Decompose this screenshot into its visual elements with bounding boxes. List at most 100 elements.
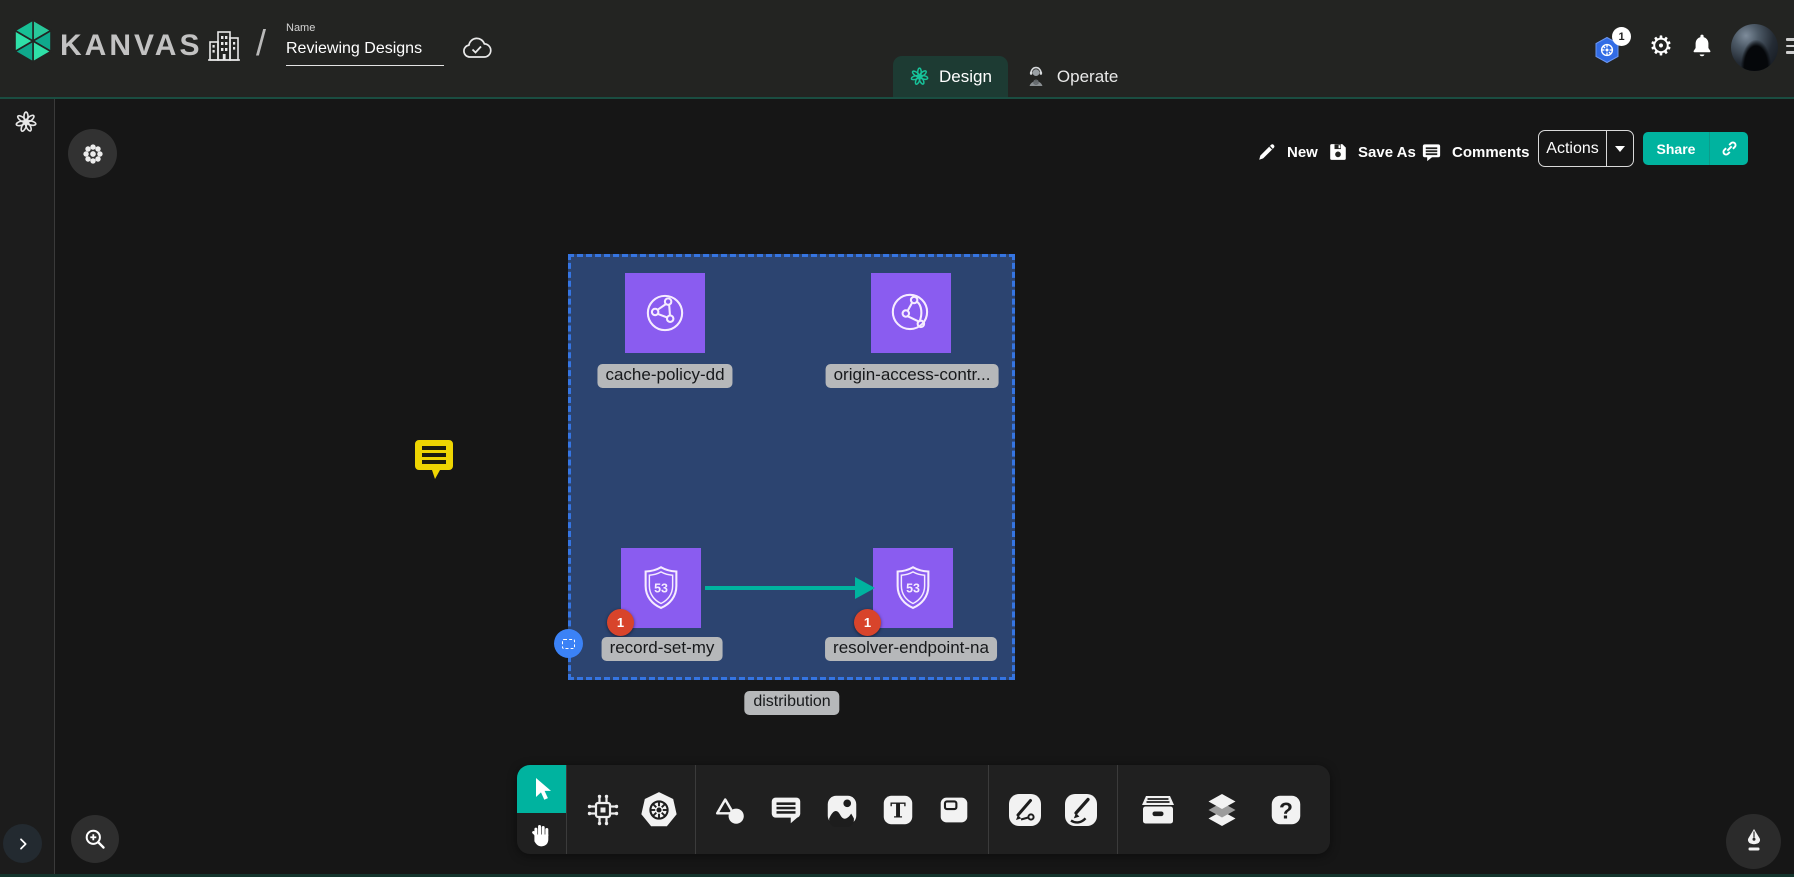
record-set-error-badge[interactable]: 1 bbox=[607, 609, 634, 636]
archive-button[interactable] bbox=[1130, 790, 1186, 830]
select-pan-column bbox=[517, 765, 566, 854]
route53-number: 53 bbox=[654, 582, 668, 596]
resolver-error-badge[interactable]: 1 bbox=[854, 609, 881, 636]
meshery-spiral-icon[interactable] bbox=[13, 109, 39, 135]
kubernetes-wheel-icon bbox=[638, 789, 680, 831]
actions-label: Actions bbox=[1539, 140, 1606, 158]
comments-button[interactable]: Comments bbox=[1420, 138, 1530, 166]
annotate-section: T bbox=[696, 765, 988, 854]
frame-tool-button[interactable] bbox=[926, 791, 982, 829]
node-record-set[interactable]: 53 bbox=[621, 548, 701, 628]
comments-label: Comments bbox=[1452, 144, 1530, 161]
shapes-tool-button[interactable] bbox=[702, 791, 758, 829]
tab-design-label: Design bbox=[939, 67, 992, 87]
magnifier-plus-icon bbox=[83, 827, 107, 851]
design-name-input[interactable] bbox=[286, 38, 444, 66]
flower-spinner-icon bbox=[80, 141, 106, 167]
route53-shield-icon: 53 bbox=[634, 561, 688, 615]
help-button[interactable]: ? bbox=[1258, 791, 1314, 829]
save-as-button[interactable]: Save As bbox=[1327, 138, 1416, 166]
user-avatar[interactable] bbox=[1731, 24, 1778, 71]
design-canvas[interactable]: New Save As Comments Actions bbox=[0, 97, 1794, 877]
text-icon: T bbox=[879, 791, 917, 829]
edge-arrowhead-icon bbox=[855, 577, 875, 599]
layers-icon bbox=[1201, 790, 1243, 830]
mode-tabs: Design Operate bbox=[893, 56, 1134, 97]
zoom-in-button[interactable] bbox=[71, 815, 119, 863]
node-label-cache-policy: cache-policy-dd bbox=[597, 364, 732, 388]
organization-icon[interactable] bbox=[206, 27, 242, 65]
hand-icon bbox=[529, 820, 554, 848]
draw-section bbox=[989, 765, 1117, 854]
tab-design[interactable]: Design bbox=[893, 56, 1008, 97]
mesh-components-button[interactable] bbox=[575, 790, 631, 830]
comment-tool-button[interactable] bbox=[758, 791, 814, 829]
route53-shield-icon: 53 bbox=[886, 561, 940, 615]
distribution-group[interactable]: 53 53 1 1 cache-policy-dd origin-access-… bbox=[568, 254, 1015, 680]
left-sidebar bbox=[0, 99, 55, 877]
node-label-record-set: record-set-my bbox=[602, 637, 723, 661]
pan-tool-button[interactable] bbox=[517, 813, 566, 854]
group-selection-handle[interactable] bbox=[554, 629, 583, 658]
layers-button[interactable] bbox=[1194, 790, 1250, 830]
group-label-distribution[interactable]: distribution bbox=[744, 691, 839, 715]
pencil-tool-button[interactable] bbox=[1053, 790, 1109, 830]
pen-bezier-icon bbox=[1005, 790, 1045, 830]
dashed-rect-icon bbox=[562, 639, 575, 649]
chip-circuit-icon bbox=[583, 790, 623, 830]
design-name-label: Name bbox=[286, 22, 446, 34]
settings-gear-icon[interactable]: ⚙ bbox=[1648, 33, 1674, 59]
manage-section: ? bbox=[1118, 765, 1326, 854]
logo-text: KANVAS bbox=[60, 29, 202, 63]
header-menu-icon[interactable] bbox=[1786, 38, 1794, 58]
frame-note-icon bbox=[935, 791, 973, 829]
breadcrumb-separator: / bbox=[256, 22, 266, 64]
kubernetes-components-button[interactable] bbox=[631, 789, 687, 831]
media-tool-button[interactable] bbox=[814, 791, 870, 829]
tool-dock: T bbox=[517, 765, 1330, 854]
tab-operate[interactable]: Operate bbox=[1008, 56, 1134, 97]
pen-mode-button[interactable] bbox=[1726, 814, 1781, 869]
infra-section bbox=[567, 765, 695, 854]
new-button[interactable]: New bbox=[1256, 138, 1318, 166]
cursor-pointer-icon bbox=[530, 776, 554, 802]
actions-caret-button[interactable] bbox=[1607, 146, 1633, 152]
kubernetes-context-button[interactable]: 1 bbox=[1593, 29, 1635, 61]
question-mark-icon: ? bbox=[1267, 791, 1305, 829]
node-resolver-endpoint[interactable]: 53 bbox=[873, 548, 953, 628]
operate-operator-icon bbox=[1024, 65, 1048, 89]
share-label: Share bbox=[1643, 141, 1709, 157]
loading-flower-button[interactable] bbox=[68, 129, 117, 178]
edge-record-to-resolver[interactable] bbox=[705, 586, 857, 590]
kanvas-app: KANVAS / Name bbox=[0, 0, 1794, 877]
actions-dropdown-button[interactable]: Actions bbox=[1538, 130, 1634, 167]
origin-access-globe-icon bbox=[884, 286, 938, 340]
image-icon bbox=[823, 791, 861, 829]
node-origin-access[interactable] bbox=[871, 273, 951, 353]
canvas-comment-pin[interactable] bbox=[413, 439, 457, 482]
pen-tool-button[interactable] bbox=[997, 790, 1053, 830]
kanvas-logo-icon bbox=[10, 18, 56, 64]
select-tool-button[interactable] bbox=[517, 765, 566, 813]
drawer-archive-icon bbox=[1137, 790, 1179, 830]
node-cache-policy[interactable] bbox=[625, 273, 705, 353]
text-tool-button[interactable]: T bbox=[870, 791, 926, 829]
share-button[interactable]: Share bbox=[1643, 132, 1748, 165]
node-label-resolver: resolver-endpoint-na bbox=[825, 637, 997, 661]
new-label: New bbox=[1287, 144, 1318, 161]
shapes-icon bbox=[711, 791, 749, 829]
expand-sidebar-button[interactable] bbox=[3, 824, 42, 863]
cloudfront-globe-icon bbox=[638, 286, 692, 340]
save-as-label: Save As bbox=[1358, 144, 1416, 161]
copy-link-button[interactable] bbox=[1710, 138, 1748, 159]
design-name-block: Name bbox=[286, 22, 446, 66]
comments-icon bbox=[1420, 141, 1443, 164]
caret-down-icon bbox=[1615, 146, 1625, 152]
tab-operate-label: Operate bbox=[1057, 67, 1118, 87]
save-floppy-icon bbox=[1327, 141, 1349, 163]
help-glyph: ? bbox=[1279, 797, 1293, 823]
comment-bubble-icon bbox=[767, 791, 805, 829]
pencil-draw-icon bbox=[1061, 790, 1101, 830]
notifications-bell-icon[interactable] bbox=[1690, 33, 1714, 59]
cloud-saved-icon bbox=[461, 34, 493, 62]
